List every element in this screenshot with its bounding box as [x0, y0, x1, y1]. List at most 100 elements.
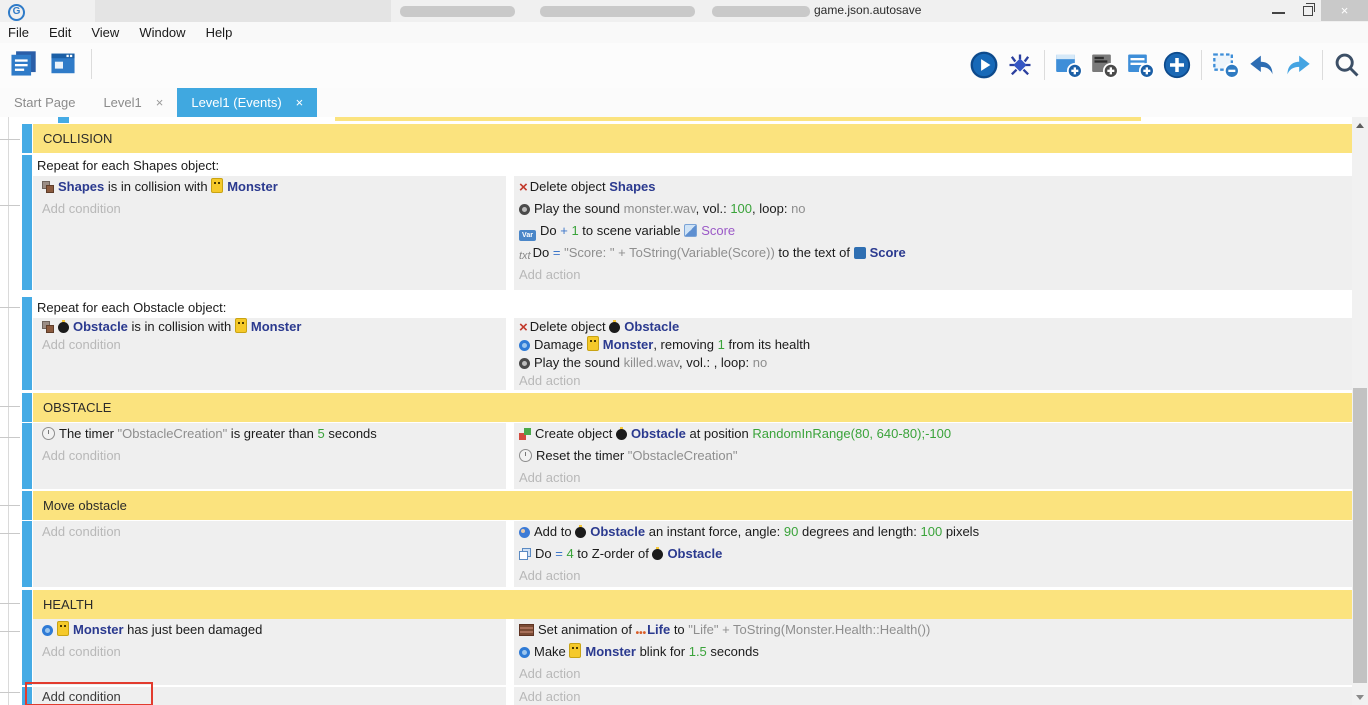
- event-item: Add condition Add to Obstacle an instant …: [22, 521, 1352, 587]
- menu-item-window[interactable]: Window: [129, 25, 195, 40]
- search-icon[interactable]: [1332, 49, 1362, 81]
- action-row[interactable]: ×Delete object Shapes: [514, 176, 1352, 198]
- add-condition-placeholder[interactable]: Add condition: [33, 521, 506, 543]
- event-block: The timer "ObstacleCreation" is greater …: [33, 423, 1352, 489]
- event-selection-bar[interactable]: [22, 393, 32, 422]
- action-row[interactable]: Reset the timer "ObstacleCreation": [514, 445, 1352, 467]
- timer-icon: [519, 449, 532, 462]
- add-condition-placeholder[interactable]: Add condition: [33, 336, 506, 354]
- scroll-up-icon[interactable]: [1352, 117, 1368, 133]
- vertical-scrollbar[interactable]: [1352, 117, 1368, 705]
- tab-close-icon[interactable]: ×: [296, 95, 304, 110]
- condition-row[interactable]: Shapes is in collision with Monster: [33, 176, 506, 198]
- text-segment: degrees and length:: [798, 524, 920, 539]
- play-button[interactable]: [969, 49, 999, 81]
- event-selection-bar[interactable]: [22, 619, 32, 685]
- add-action-placeholder[interactable]: Add action: [514, 565, 1352, 587]
- condition-row[interactable]: The timer "ObstacleCreation" is greater …: [33, 423, 506, 445]
- add-action-placeholder[interactable]: Add action: [514, 372, 1352, 390]
- text-segment: Life: [647, 622, 670, 637]
- minimize-button[interactable]: [1272, 12, 1285, 14]
- sound-icon: [519, 358, 530, 369]
- action-row[interactable]: ×Delete object Obstacle: [514, 318, 1352, 336]
- action-row[interactable]: Make Monster blink for 1.5 seconds: [514, 641, 1352, 663]
- conditions-column[interactable]: The timer "ObstacleCreation" is greater …: [33, 423, 506, 489]
- action-row[interactable]: Set animation of •••Life to "Life" + ToS…: [514, 619, 1352, 641]
- menu-item-help[interactable]: Help: [196, 25, 243, 40]
- event-list: COLLISIONRepeat for each Shapes object:S…: [22, 124, 1352, 705]
- group-header-collision[interactable]: COLLISION: [33, 124, 1352, 153]
- repeat-header[interactable]: Repeat for each Shapes object:: [33, 155, 1352, 176]
- add-condition-placeholder[interactable]: Add condition: [33, 445, 506, 467]
- group-header-health[interactable]: HEALTH: [33, 590, 1352, 619]
- action-row[interactable]: VarDo + 1 to scene variable Score: [514, 220, 1352, 242]
- action-row[interactable]: Play the sound killed.wav, vol.: , loop:…: [514, 354, 1352, 372]
- tab-level1-events[interactable]: Level1 (Events) ×: [177, 88, 317, 117]
- actions-column[interactable]: Add to Obstacle an instant force, angle:…: [514, 521, 1352, 587]
- close-button[interactable]: ×: [1321, 0, 1368, 21]
- menu-item-view[interactable]: View: [81, 25, 129, 40]
- condition-row[interactable]: Obstacle is in collision with Monster: [33, 318, 506, 336]
- action-row[interactable]: Play the sound monster.wav, vol.: 100, l…: [514, 198, 1352, 220]
- actions-column[interactable]: Set animation of •••Life to "Life" + ToS…: [514, 619, 1352, 685]
- add-condition-placeholder[interactable]: Add condition: [33, 198, 506, 220]
- add-condition-placeholder[interactable]: Add condition: [33, 641, 506, 663]
- add-action-placeholder[interactable]: Add action: [514, 467, 1352, 489]
- menu-item-file[interactable]: File: [0, 25, 39, 40]
- add-new-button[interactable]: [1162, 49, 1192, 81]
- group-header-obstacle[interactable]: OBSTACLE: [33, 393, 1352, 422]
- menu-item-edit[interactable]: Edit: [39, 25, 81, 40]
- add-comment-button[interactable]: [1090, 49, 1120, 81]
- conditions-column[interactable]: Monster has just been damagedAdd conditi…: [33, 619, 506, 685]
- tab-level1[interactable]: Level1×: [89, 88, 177, 117]
- debug-button[interactable]: [1005, 49, 1035, 81]
- action-row[interactable]: Do = 4 to Z-order of Obstacle: [514, 543, 1352, 565]
- text-segment: Obstacle: [590, 524, 645, 539]
- add-event-button[interactable]: [1054, 49, 1084, 81]
- event-selection-bar[interactable]: [22, 590, 32, 619]
- conditions-column[interactable]: Obstacle is in collision with MonsterAdd…: [33, 318, 506, 390]
- menu-bar: FileEditViewWindowHelp: [0, 22, 1368, 43]
- monster-icon: [569, 643, 581, 658]
- actions-column[interactable]: Add action: [514, 687, 1352, 705]
- action-row[interactable]: Damage Monster, removing 1 from its heal…: [514, 336, 1352, 354]
- toolbar-right-group: [969, 49, 1362, 81]
- event-selection-bar[interactable]: [22, 521, 32, 587]
- text-segment: "Score: " + ToString(Variable(Score)): [564, 245, 775, 260]
- add-subevent-button[interactable]: [1126, 49, 1156, 81]
- actions-column[interactable]: ×Delete object ObstacleDamage Monster, r…: [514, 318, 1352, 390]
- scroll-down-icon[interactable]: [1352, 689, 1368, 705]
- add-action-placeholder[interactable]: Add action: [514, 663, 1352, 685]
- tab-label: Level1 (Events): [191, 95, 281, 110]
- add-action-placeholder[interactable]: Add action: [514, 687, 1352, 705]
- text-segment: is in collision with: [104, 179, 211, 194]
- actions-column[interactable]: ×Delete object ShapesPlay the sound mons…: [514, 176, 1352, 290]
- restore-button[interactable]: [1303, 6, 1313, 16]
- action-row[interactable]: Add to Obstacle an instant force, angle:…: [514, 521, 1352, 543]
- event-selection-bar[interactable]: [22, 297, 32, 390]
- scrollbar-thumb[interactable]: [1353, 388, 1367, 683]
- event-selection-bar[interactable]: [22, 124, 32, 153]
- events-editor-icon[interactable]: [8, 48, 38, 80]
- undo-button[interactable]: [1247, 49, 1277, 81]
- group-header-move-obstacle[interactable]: Move obstacle: [33, 491, 1352, 520]
- actions-column[interactable]: Create object Obstacle at position Rando…: [514, 423, 1352, 489]
- event-selection-bar[interactable]: [22, 423, 32, 489]
- tab-start-page[interactable]: Start Page: [0, 88, 89, 117]
- action-row[interactable]: Create object Obstacle at position Rando…: [514, 423, 1352, 445]
- repeat-header[interactable]: Repeat for each Obstacle object:: [33, 297, 1352, 318]
- event-selection-bar[interactable]: [22, 491, 32, 520]
- event-block: Obstacle is in collision with MonsterAdd…: [33, 318, 1352, 390]
- conditions-column[interactable]: Shapes is in collision with MonsterAdd c…: [33, 176, 506, 290]
- condition-row[interactable]: Monster has just been damaged: [33, 619, 506, 641]
- text-segment: at position: [686, 426, 753, 441]
- conditions-column[interactable]: Add condition: [33, 521, 506, 587]
- scene-editor-icon[interactable]: [48, 48, 78, 80]
- deselect-button[interactable]: [1211, 49, 1241, 81]
- add-action-placeholder[interactable]: Add action: [514, 264, 1352, 286]
- event-item: Monster has just been damagedAdd conditi…: [22, 619, 1352, 685]
- event-selection-bar[interactable]: [22, 155, 32, 290]
- redo-button[interactable]: [1283, 49, 1313, 81]
- action-row[interactable]: txtDo = "Score: " + ToString(Variable(Sc…: [514, 242, 1352, 264]
- tab-close-icon[interactable]: ×: [156, 95, 164, 110]
